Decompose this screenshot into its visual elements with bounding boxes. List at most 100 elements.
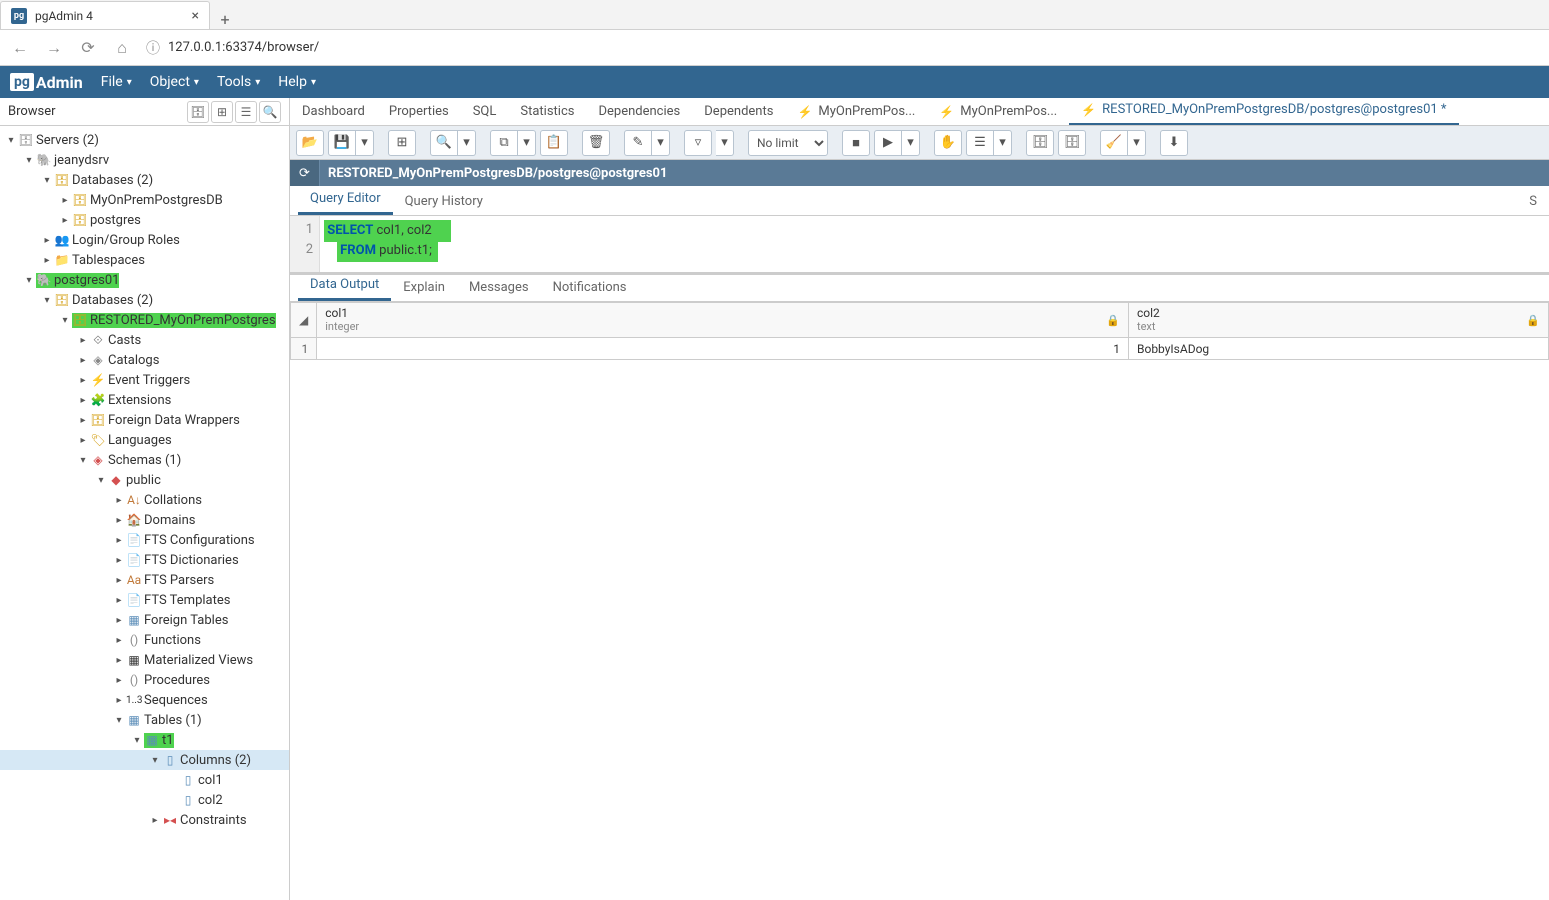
tree-event-triggers[interactable]: ▸⚡Event Triggers — [0, 370, 289, 390]
tree-casts[interactable]: ▸⟐Casts — [0, 330, 289, 350]
tree-tablespaces[interactable]: ▸📁Tablespaces — [0, 250, 289, 270]
object-tree[interactable]: ▾🗄Servers (2) ▾🐘jeanydsrv ▾🗄Databases (2… — [0, 126, 289, 834]
edit-grid-button[interactable]: ⊞ — [388, 130, 416, 156]
tree-fts-dict[interactable]: ▸📄FTS Dictionaries — [0, 550, 289, 570]
tab-close-icon[interactable]: × — [192, 8, 199, 24]
connection-icon[interactable]: ⟳ — [290, 160, 320, 186]
explain-button[interactable]: ✋ — [934, 130, 962, 156]
tree-columns[interactable]: ▾▯Columns (2) — [0, 750, 289, 770]
query-tool-icon[interactable]: 🗄 — [187, 101, 209, 123]
pgadmin-logo[interactable]: pg Admin — [10, 73, 83, 92]
tab-dependencies[interactable]: Dependencies — [586, 98, 692, 125]
tree-schemas[interactable]: ▾◈Schemas (1) — [0, 450, 289, 470]
tab-query-2[interactable]: ⚡MyOnPremPos... — [927, 98, 1069, 125]
tree-servers[interactable]: ▾🗄Servers (2) — [0, 130, 289, 150]
filter-button[interactable]: ▿ — [684, 130, 712, 156]
tree-domains[interactable]: ▸🏠Domains — [0, 510, 289, 530]
tree-mviews[interactable]: ▸▦Materialized Views — [0, 650, 289, 670]
tab-query-history[interactable]: Query History — [393, 188, 495, 215]
commit-button[interactable]: 🗄 — [1026, 130, 1054, 156]
copy-dropdown[interactable]: ▾ — [518, 130, 536, 156]
edit-dropdown[interactable]: ▾ — [652, 130, 670, 156]
forward-icon[interactable]: → — [44, 38, 64, 58]
url-bar[interactable]: ⓘ 127.0.0.1:63374/browser/ — [146, 38, 1539, 58]
tree-db-postgres[interactable]: ▸🗄postgres — [0, 210, 289, 230]
tab-notifications[interactable]: Notifications — [541, 274, 639, 301]
tab-statistics[interactable]: Statistics — [508, 98, 586, 125]
tree-server-1[interactable]: ▾🐘jeanydsrv — [0, 150, 289, 170]
result-grid[interactable]: ◢ col1integer🔒 col2text🔒 1 1 BobbyIsADog — [290, 302, 1549, 360]
save-file-dropdown[interactable]: ▾ — [356, 130, 374, 156]
browser-tab[interactable]: pg pgAdmin 4 × — [0, 1, 210, 29]
menu-help[interactable]: Help▾ — [278, 74, 316, 90]
tree-server-2[interactable]: ▾🐘postgres01 — [0, 270, 289, 290]
tab-query-3[interactable]: ⚡RESTORED_MyOnPremPostgresDB/postgres@po… — [1069, 98, 1458, 125]
col-header-col2[interactable]: col2text🔒 — [1129, 303, 1549, 338]
copy-button[interactable]: ⧉ — [490, 130, 518, 156]
tab-messages[interactable]: Messages — [457, 274, 541, 301]
menu-object[interactable]: Object▾ — [150, 74, 199, 90]
tab-dependents[interactable]: Dependents — [692, 98, 785, 125]
tree-constraints[interactable]: ▸▸◂Constraints — [0, 810, 289, 830]
tree-public[interactable]: ▾◆public — [0, 470, 289, 490]
cell-col1[interactable]: 1 — [317, 338, 1129, 360]
open-file-button[interactable]: 📂 — [296, 130, 324, 156]
tree-fdw[interactable]: ▸🗄Foreign Data Wrappers — [0, 410, 289, 430]
cell-col2[interactable]: BobbyIsADog — [1129, 338, 1549, 360]
col-header-col1[interactable]: col1integer🔒 — [317, 303, 1129, 338]
tree-fts-config[interactable]: ▸📄FTS Configurations — [0, 530, 289, 550]
row-corner[interactable]: ◢ — [291, 303, 317, 338]
edit-button[interactable]: ✎ — [624, 130, 652, 156]
execute-dropdown[interactable]: ▾ — [902, 130, 920, 156]
clear-dropdown[interactable]: ▾ — [1128, 130, 1146, 156]
table-row[interactable]: 1 1 BobbyIsADog — [291, 338, 1549, 360]
tab-scratch[interactable]: S — [1517, 188, 1549, 215]
tree-languages[interactable]: ▸🏷Languages — [0, 430, 289, 450]
filter-dropdown[interactable]: ▾ — [716, 130, 734, 156]
tab-data-output[interactable]: Data Output — [298, 271, 391, 301]
back-icon[interactable]: ← — [10, 38, 30, 58]
tab-properties[interactable]: Properties — [377, 98, 461, 125]
home-icon[interactable]: ⌂ — [112, 38, 132, 58]
view-data-icon[interactable]: ⊞ — [211, 101, 233, 123]
tree-table-t1[interactable]: ▾▦t1 — [0, 730, 289, 750]
tree-fts-templates[interactable]: ▸📄FTS Templates — [0, 590, 289, 610]
tab-explain[interactable]: Explain — [391, 274, 457, 301]
tab-dashboard[interactable]: Dashboard — [290, 98, 377, 125]
explain-analyze-button[interactable]: ☰ — [966, 130, 994, 156]
tree-functions[interactable]: ▸()Functions — [0, 630, 289, 650]
tree-extensions[interactable]: ▸🧩Extensions — [0, 390, 289, 410]
execute-button[interactable]: ▶ — [874, 130, 902, 156]
tree-databases-2[interactable]: ▾🗄Databases (2) — [0, 290, 289, 310]
explain-dropdown[interactable]: ▾ — [994, 130, 1012, 156]
search-objects-icon[interactable]: 🔍 — [259, 101, 281, 123]
tree-tables[interactable]: ▾▦Tables (1) — [0, 710, 289, 730]
limit-select[interactable]: No limit — [748, 130, 828, 156]
tree-procedures[interactable]: ▸()Procedures — [0, 670, 289, 690]
tree-db-restored[interactable]: ▾🗄RESTORED_MyOnPremPostgres — [0, 310, 289, 330]
tree-roles[interactable]: ▸👥Login/Group Roles — [0, 230, 289, 250]
tree-col2[interactable]: ▯col2 — [0, 790, 289, 810]
tree-sequences[interactable]: ▸1..3Sequences — [0, 690, 289, 710]
delete-button[interactable]: 🗑 — [582, 130, 610, 156]
tree-fts-parsers[interactable]: ▸AaFTS Parsers — [0, 570, 289, 590]
tab-query-editor[interactable]: Query Editor — [298, 185, 393, 215]
tab-sql[interactable]: SQL — [461, 98, 509, 125]
sql-editor[interactable]: 12 SELECT col1, col2 FROM public.t1; — [290, 216, 1549, 272]
tree-db-myonprem[interactable]: ▸🗄MyOnPremPostgresDB — [0, 190, 289, 210]
tree-catalogs[interactable]: ▸◈Catalogs — [0, 350, 289, 370]
filter-rows-icon[interactable]: ☰ — [235, 101, 257, 123]
rollback-button[interactable]: 🗄 — [1058, 130, 1086, 156]
refresh-icon[interactable]: ⟳ — [78, 38, 98, 57]
tree-foreign-tables[interactable]: ▸▦Foreign Tables — [0, 610, 289, 630]
tab-query-1[interactable]: ⚡MyOnPremPos... — [785, 98, 927, 125]
paste-button[interactable]: 📋 — [540, 130, 568, 156]
clear-button[interactable]: 🧹 — [1100, 130, 1128, 156]
new-tab-button[interactable]: + — [210, 10, 240, 29]
download-button[interactable]: ⬇ — [1160, 130, 1188, 156]
stop-button[interactable]: ■ — [842, 130, 870, 156]
find-button[interactable]: 🔍 — [430, 130, 458, 156]
find-dropdown[interactable]: ▾ — [458, 130, 476, 156]
save-file-button[interactable]: 💾 — [328, 130, 356, 156]
menu-file[interactable]: File▾ — [101, 74, 132, 90]
